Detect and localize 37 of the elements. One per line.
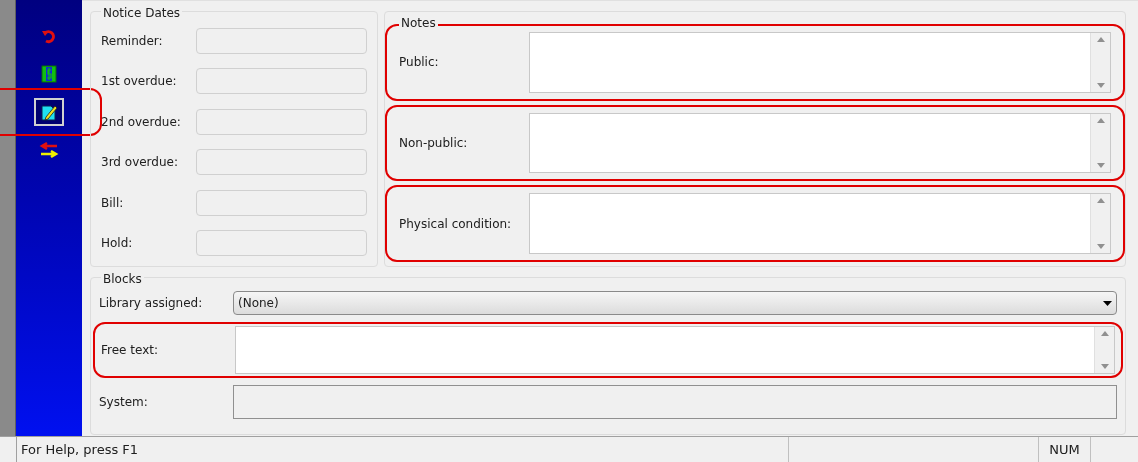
scrollbar[interactable] (1094, 327, 1114, 373)
notes-text-area[interactable] (529, 32, 1111, 93)
field-label: Non-public: (399, 135, 469, 152)
scroll-up-icon[interactable] (1096, 117, 1105, 123)
scroll-down-icon[interactable] (1096, 163, 1105, 169)
num-lock-indicator: NUM (1038, 437, 1090, 462)
notes-text-area[interactable] (529, 193, 1111, 254)
status-message: For Help, press F1 (16, 437, 788, 462)
free-text-area[interactable] (235, 326, 1115, 374)
field-label: Public: (399, 54, 440, 72)
scroll-down-icon[interactable] (1096, 244, 1105, 249)
money-icon (41, 65, 57, 83)
caret-icon (1103, 300, 1112, 306)
note-pencil-icon (39, 102, 59, 122)
field-label: 1st overdue: (101, 73, 178, 91)
notes-text-area[interactable] (529, 112, 1111, 174)
scrollbar[interactable] (1090, 33, 1110, 92)
field-label: System: (99, 394, 149, 411)
scroll-down-icon[interactable] (1100, 364, 1109, 369)
swap-arrows-icon (39, 141, 59, 159)
scrollbar[interactable] (1090, 113, 1110, 173)
field-label: Library assigned: (99, 295, 204, 312)
scroll-up-icon[interactable] (1096, 37, 1105, 42)
sidebar-button[interactable] (34, 98, 64, 126)
field-label: 2nd overdue: (101, 113, 182, 131)
scroll-down-icon[interactable] (1096, 82, 1105, 88)
field-label: Free text: (101, 342, 159, 359)
scroll-up-icon[interactable] (1100, 331, 1109, 336)
scroll-up-icon[interactable] (1096, 198, 1105, 204)
undo-arrow-icon (41, 28, 57, 44)
scrollbar[interactable] (1090, 194, 1110, 253)
field-label: Bill: (101, 194, 125, 212)
field-label: Physical condition: (399, 215, 513, 233)
field-label: 3rd overdue: (101, 154, 179, 172)
library-dropdown[interactable]: (None) (233, 291, 1117, 315)
field-label: Hold: (101, 234, 134, 252)
field-label: Reminder: (101, 33, 164, 50)
